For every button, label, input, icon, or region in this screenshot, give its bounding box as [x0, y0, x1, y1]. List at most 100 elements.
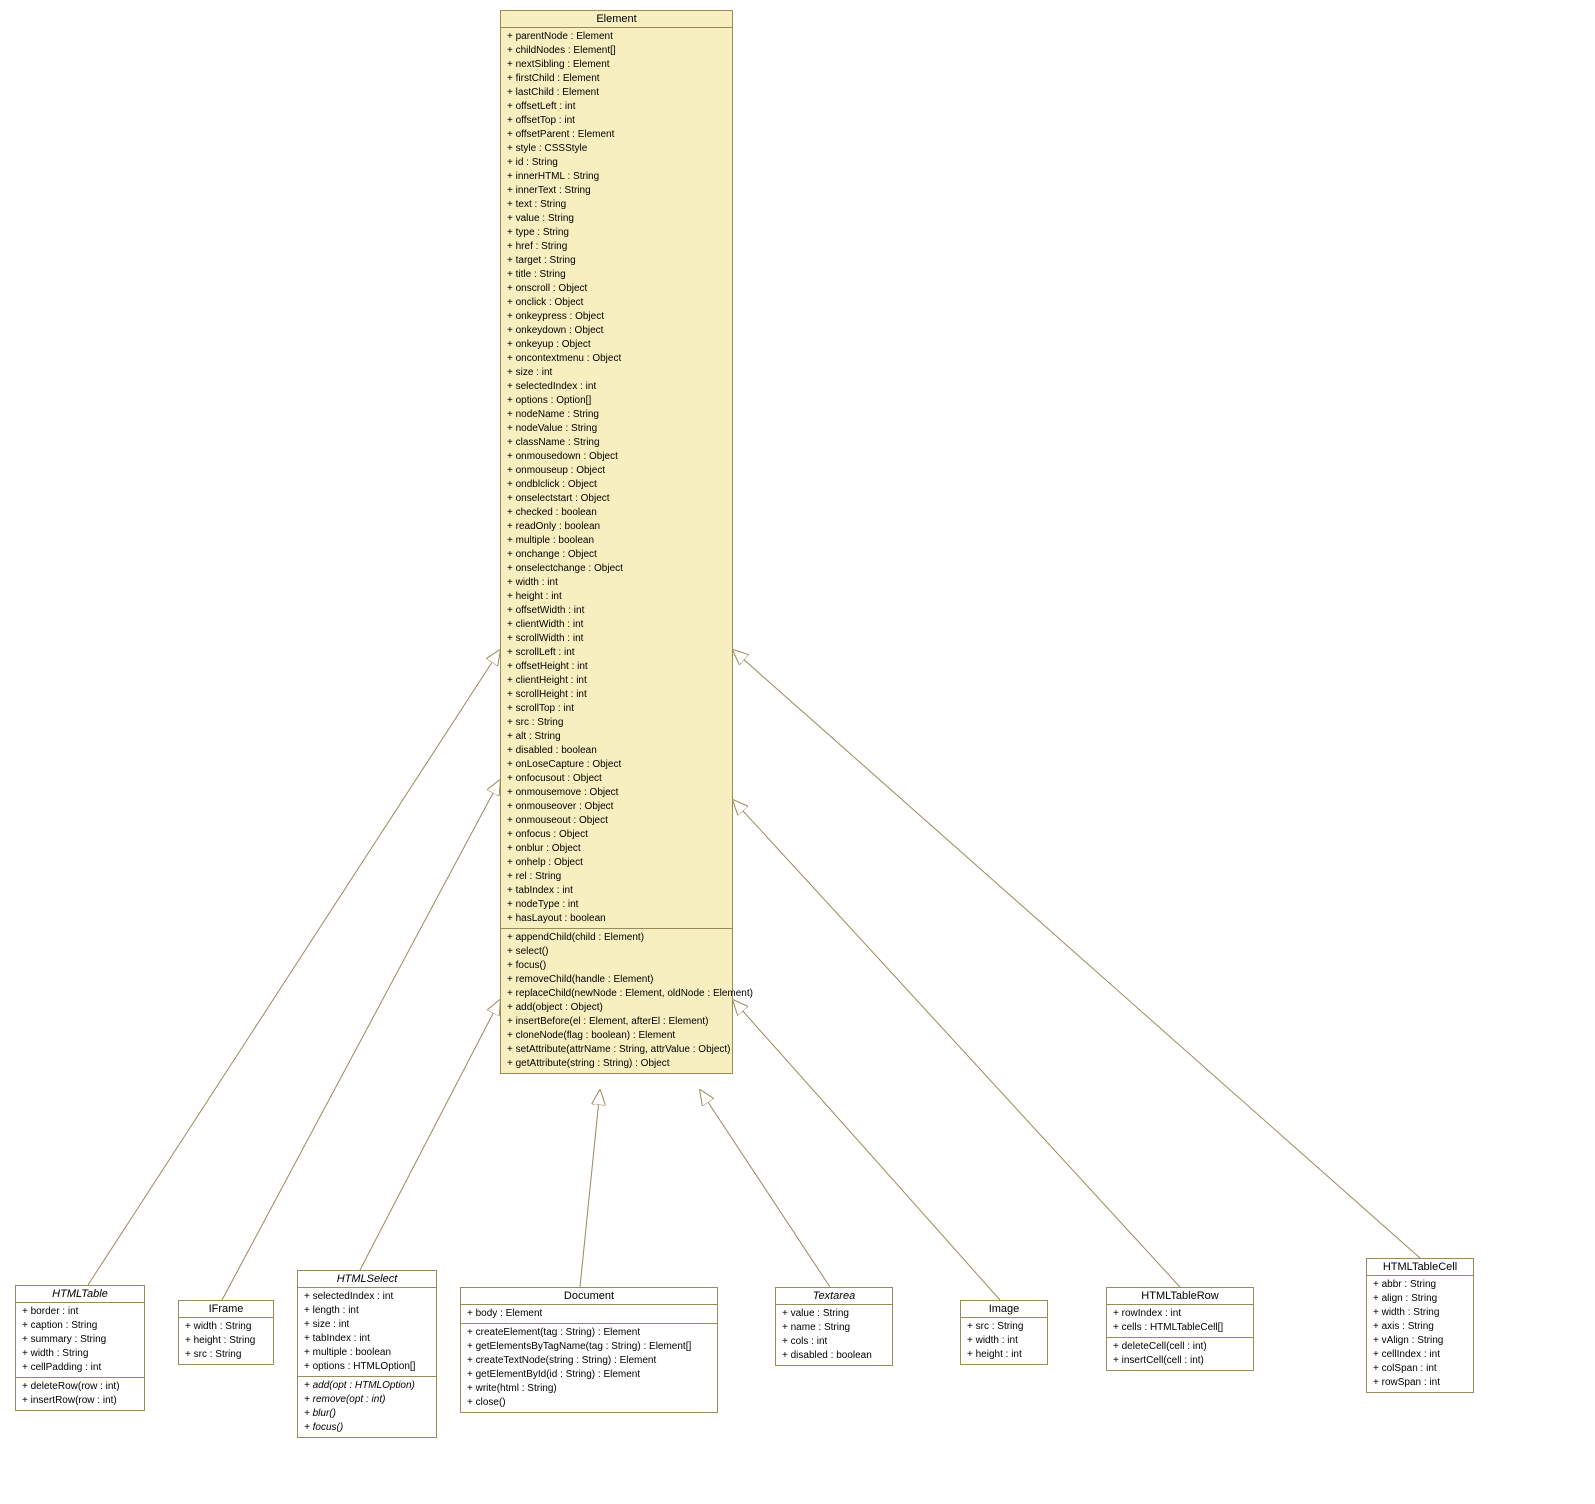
member: + disabled : boolean: [782, 1349, 886, 1363]
member: + name : String: [782, 1321, 886, 1335]
member: + focus(): [507, 959, 726, 973]
member: + axis : String: [1373, 1320, 1467, 1334]
member: + width : int: [507, 576, 726, 590]
member: + onselectstart : Object: [507, 492, 726, 506]
member: + insertRow(row : int): [22, 1394, 138, 1408]
attrs: + src : String+ width : int+ height : in…: [961, 1318, 1047, 1364]
class-element: Element + parentNode : Element+ childNod…: [500, 10, 733, 1074]
member: + onfocusout : Object: [507, 772, 726, 786]
member: + innerHTML : String: [507, 170, 726, 184]
member: + setAttribute(attrName : String, attrVa…: [507, 1043, 726, 1057]
member: + oncontextmenu : Object: [507, 352, 726, 366]
member: + childNodes : Element[]: [507, 44, 726, 58]
class-title: HTMLTableCell: [1367, 1259, 1473, 1276]
member: + options : HTMLOption[]: [304, 1360, 430, 1374]
member: + onkeydown : Object: [507, 324, 726, 338]
member: + onscroll : Object: [507, 282, 726, 296]
member: + onmouseover : Object: [507, 800, 726, 814]
member: + height : String: [185, 1334, 267, 1348]
member: + src : String: [507, 716, 726, 730]
member: + onblur : Object: [507, 842, 726, 856]
member: + colSpan : int: [1373, 1362, 1467, 1376]
member: + insertCell(cell : int): [1113, 1354, 1247, 1368]
member: + offsetLeft : int: [507, 100, 726, 114]
class-htmltablerow: HTMLTableRow + rowIndex : int+ cells : H…: [1106, 1287, 1254, 1371]
member: + blur(): [304, 1407, 430, 1421]
member: + nodeName : String: [507, 408, 726, 422]
member: + add(object : Object): [507, 1001, 726, 1015]
member: + onkeypress : Object: [507, 310, 726, 324]
class-title: HTMLTableRow: [1107, 1288, 1253, 1305]
member: + src : String: [967, 1320, 1041, 1334]
class-document: Document + body : Element + createElemen…: [460, 1287, 718, 1413]
ops: + add(opt : HTMLOption)+ remove(opt : in…: [298, 1377, 436, 1437]
member: + selectedIndex : int: [304, 1290, 430, 1304]
member: + replaceChild(newNode : Element, oldNod…: [507, 987, 726, 1001]
member: + width : String: [185, 1320, 267, 1334]
class-image: Image + src : String+ width : int+ heigh…: [960, 1300, 1048, 1365]
class-title: Document: [461, 1288, 717, 1305]
member: + onchange : Object: [507, 548, 726, 562]
class-htmlselect: HTMLSelect + selectedIndex : int+ length…: [297, 1270, 437, 1438]
attrs: + abbr : String+ align : String+ width :…: [1367, 1276, 1473, 1392]
member: + value : String: [507, 212, 726, 226]
member: + length : int: [304, 1304, 430, 1318]
member: + deleteRow(row : int): [22, 1380, 138, 1394]
member: + disabled : boolean: [507, 744, 726, 758]
member: + value : String: [782, 1307, 886, 1321]
member: + onhelp : Object: [507, 856, 726, 870]
member: + options : Option[]: [507, 394, 726, 408]
member: + cloneNode(flag : boolean) : Element: [507, 1029, 726, 1043]
member: + width : int: [967, 1334, 1041, 1348]
member: + lastChild : Element: [507, 86, 726, 100]
member: + add(opt : HTMLOption): [304, 1379, 430, 1393]
class-title: IFrame: [179, 1301, 273, 1318]
member: + align : String: [1373, 1292, 1467, 1306]
member: + onLoseCapture : Object: [507, 758, 726, 772]
member: + nodeType : int: [507, 898, 726, 912]
member: + multiple : boolean: [507, 534, 726, 548]
member: + title : String: [507, 268, 726, 282]
member: + vAlign : String: [1373, 1334, 1467, 1348]
member: + height : int: [967, 1348, 1041, 1362]
member: + clientHeight : int: [507, 674, 726, 688]
class-htmltablecell: HTMLTableCell + abbr : String+ align : S…: [1366, 1258, 1474, 1393]
member: + firstChild : Element: [507, 72, 726, 86]
attrs: + width : String+ height : String+ src :…: [179, 1318, 273, 1364]
member: + focus(): [304, 1421, 430, 1435]
member: + hasLayout : boolean: [507, 912, 726, 926]
attrs: + value : String+ name : String+ cols : …: [776, 1305, 892, 1365]
member: + onselectchange : Object: [507, 562, 726, 576]
member: + removeChild(handle : Element): [507, 973, 726, 987]
class-htmltable: HTMLTable + border : int+ caption : Stri…: [15, 1285, 145, 1411]
member: + offsetTop : int: [507, 114, 726, 128]
attrs: + body : Element: [461, 1305, 717, 1324]
member: + nodeValue : String: [507, 422, 726, 436]
member: + cols : int: [782, 1335, 886, 1349]
ops: + appendChild(child : Element)+ select()…: [501, 929, 732, 1073]
member: + createTextNode(string : String) : Elem…: [467, 1354, 711, 1368]
member: + rel : String: [507, 870, 726, 884]
member: + remove(opt : int): [304, 1393, 430, 1407]
ops: + createElement(tag : String) : Element +…: [461, 1324, 717, 1412]
class-iframe: IFrame + width : String+ height : String…: [178, 1300, 274, 1365]
member: + multiple : boolean: [304, 1346, 430, 1360]
member: + insertBefore(el : Element, afterEl : E…: [507, 1015, 726, 1029]
ops: + deleteCell(cell : int)+ insertCell(cel…: [1107, 1338, 1253, 1370]
ops: + deleteRow(row : int)+ insertRow(row : …: [16, 1378, 144, 1410]
member: + appendChild(child : Element): [507, 931, 726, 945]
member: + onclick : Object: [507, 296, 726, 310]
member: + src : String: [185, 1348, 267, 1362]
member: + scrollWidth : int: [507, 632, 726, 646]
member: + cellPadding : int: [22, 1361, 138, 1375]
class-title: Element: [501, 11, 732, 28]
member: + offsetParent : Element: [507, 128, 726, 142]
member: + createElement(tag : String) : Element: [467, 1326, 711, 1340]
member: + tabIndex : int: [507, 884, 726, 898]
class-title: Image: [961, 1301, 1047, 1318]
member: + size : int: [304, 1318, 430, 1332]
member: + close(): [467, 1396, 711, 1410]
member: + caption : String: [22, 1319, 138, 1333]
member: + abbr : String: [1373, 1278, 1467, 1292]
member: + clientWidth : int: [507, 618, 726, 632]
